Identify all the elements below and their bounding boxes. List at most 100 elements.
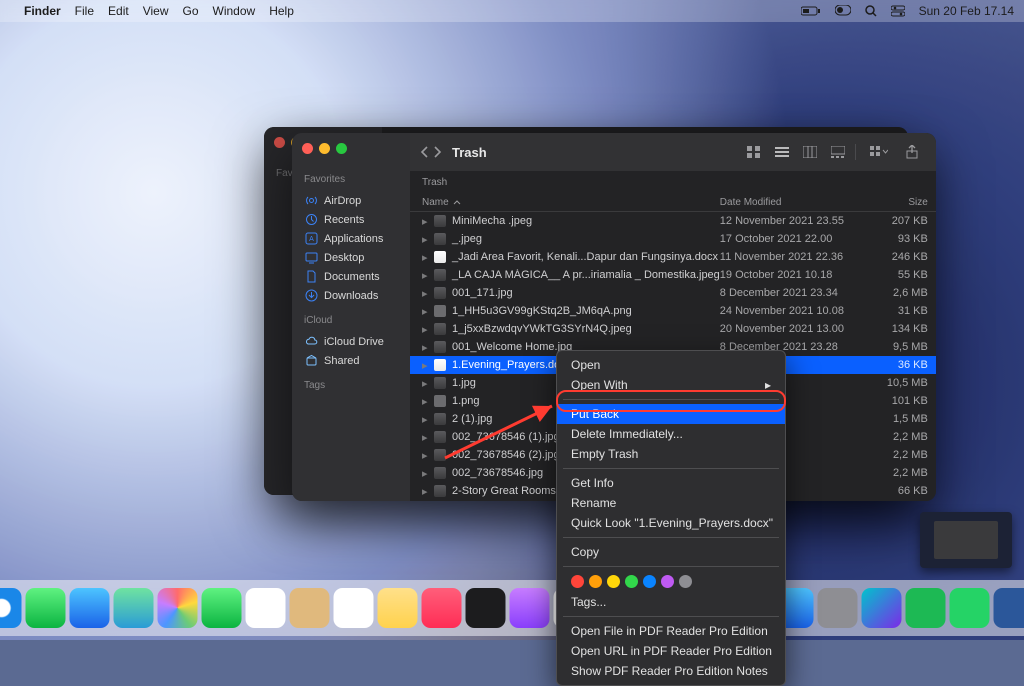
sidebar-heading-icloud: iCloud bbox=[304, 315, 402, 326]
sidebar-item-applications[interactable]: A Applications bbox=[300, 229, 402, 248]
tag-icon[interactable] bbox=[932, 144, 936, 161]
dock-app-safari[interactable] bbox=[0, 588, 22, 628]
control-center-icon[interactable] bbox=[891, 5, 905, 17]
dock-app-whatsapp[interactable] bbox=[950, 588, 990, 628]
table-row[interactable]: ▸_Jadi Area Favorit, Kenali...Dapur dan … bbox=[410, 248, 936, 266]
col-name[interactable]: Name bbox=[422, 197, 720, 208]
tag-color[interactable] bbox=[589, 575, 602, 588]
sidebar-heading-favorites: Favorites bbox=[304, 174, 402, 185]
table-row[interactable]: ▸001_171.jpg 8 December 2021 23.34 2,6 M… bbox=[410, 284, 936, 302]
nav-back[interactable] bbox=[420, 146, 429, 158]
view-gallery[interactable] bbox=[827, 144, 849, 160]
tag-color[interactable] bbox=[625, 575, 638, 588]
nav-forward[interactable] bbox=[433, 146, 442, 158]
sidebar-item-shared[interactable]: Shared bbox=[300, 351, 402, 370]
dock-app-reminders[interactable] bbox=[334, 588, 374, 628]
dock-app-canva[interactable] bbox=[862, 588, 902, 628]
menu-edit[interactable]: Edit bbox=[108, 4, 129, 18]
dock-app-calendar[interactable] bbox=[246, 588, 286, 628]
spotlight-icon[interactable] bbox=[865, 5, 877, 17]
table-row[interactable]: ▸_.jpeg 17 October 2021 22.00 93 KB JPEG… bbox=[410, 230, 936, 248]
battery-icon[interactable] bbox=[801, 5, 821, 17]
minimize-button[interactable] bbox=[319, 143, 330, 154]
menu-window[interactable]: Window bbox=[213, 4, 256, 18]
sidebar-item-documents[interactable]: Documents bbox=[300, 267, 402, 286]
file-kind: PNG image bbox=[928, 395, 936, 407]
col-kind[interactable]: Kind bbox=[928, 197, 936, 208]
menu-separator bbox=[563, 399, 779, 400]
menu-item-rename[interactable]: Rename bbox=[557, 493, 785, 513]
dock-app-contacts[interactable] bbox=[290, 588, 330, 628]
dock-app-facetime[interactable] bbox=[202, 588, 242, 628]
menu-item-quick-look-1-evening-prayers-docx[interactable]: Quick Look "1.Evening_Prayers.docx" bbox=[557, 513, 785, 533]
group-menu[interactable] bbox=[866, 144, 892, 160]
picture-in-picture[interactable] bbox=[920, 512, 1012, 568]
table-row[interactable]: ▸1_HH5u3GV99gKStq2B_JM6qA.png 24 Novembe… bbox=[410, 302, 936, 320]
menu-item-open-file-in-pdf-reader-pro-edition[interactable]: Open File in PDF Reader Pro Edition bbox=[557, 621, 785, 641]
menu-view[interactable]: View bbox=[143, 4, 169, 18]
dock-app-tv[interactable] bbox=[466, 588, 506, 628]
share-icon[interactable] bbox=[902, 143, 922, 161]
menu-item-label: Empty Trash bbox=[571, 447, 638, 461]
table-row[interactable]: ▸MiniMecha .jpeg 12 November 2021 23.55 … bbox=[410, 212, 936, 230]
context-menu[interactable]: Open Open With ▸ Put Back Delete Immedia… bbox=[556, 350, 786, 686]
file-name: 1.png bbox=[452, 395, 480, 407]
dock-app-word[interactable] bbox=[994, 588, 1024, 628]
menu-item-open[interactable]: Open bbox=[557, 355, 785, 375]
file-icon bbox=[434, 413, 446, 425]
menu-item-open-url-in-pdf-reader-pro-edition[interactable]: Open URL in PDF Reader Pro Edition bbox=[557, 641, 785, 661]
sidebar-item-downloads[interactable]: Downloads bbox=[300, 286, 402, 305]
file-size: 55 KB bbox=[870, 269, 928, 281]
view-list[interactable] bbox=[771, 144, 793, 160]
dock-app-spotify[interactable] bbox=[906, 588, 946, 628]
tag-color[interactable] bbox=[571, 575, 584, 588]
menu-item-show-pdf-reader-pro-edition-notes[interactable]: Show PDF Reader Pro Edition Notes bbox=[557, 661, 785, 681]
menu-go[interactable]: Go bbox=[183, 4, 199, 18]
maximize-button[interactable] bbox=[336, 143, 347, 154]
menu-item-tags[interactable]: Tags... bbox=[557, 592, 785, 612]
sidebar-item-airdrop[interactable]: AirDrop bbox=[300, 191, 402, 210]
dock-app-mail[interactable] bbox=[70, 588, 110, 628]
file-icon bbox=[434, 377, 446, 389]
file-size: 134 KB bbox=[870, 323, 928, 335]
tag-color[interactable] bbox=[607, 575, 620, 588]
view-icons[interactable] bbox=[743, 144, 765, 160]
file-icon bbox=[434, 251, 446, 263]
toggle-icon[interactable] bbox=[835, 5, 851, 17]
file-kind: JPEG image bbox=[928, 467, 936, 479]
menu-item-empty-trash[interactable]: Empty Trash bbox=[557, 444, 785, 464]
table-row[interactable]: ▸_LA CAJA MÁGICA__ A pr...iriamalia _ Do… bbox=[410, 266, 936, 284]
menu-item-delete-immediately[interactable]: Delete Immediately... bbox=[557, 424, 785, 444]
tag-color[interactable] bbox=[661, 575, 674, 588]
table-row[interactable]: ▸1_j5xxBzwdqvYWkTG3SYrN4Q.jpeg 20 Novemb… bbox=[410, 320, 936, 338]
dock-app-settings[interactable] bbox=[818, 588, 858, 628]
chevron-right-icon: ▸ bbox=[422, 377, 428, 390]
menu-item-get-info[interactable]: Get Info bbox=[557, 473, 785, 493]
col-size[interactable]: Size bbox=[870, 197, 928, 208]
sidebar-item-recents[interactable]: Recents bbox=[300, 210, 402, 229]
airdrop-icon bbox=[304, 194, 318, 207]
dock-app-music[interactable] bbox=[422, 588, 462, 628]
menu-item-put-back[interactable]: Put Back bbox=[557, 404, 785, 424]
file-kind: JPEG image bbox=[928, 215, 936, 227]
app-menu[interactable]: Finder bbox=[24, 4, 61, 18]
menu-file[interactable]: File bbox=[75, 4, 94, 18]
tag-color[interactable] bbox=[679, 575, 692, 588]
sidebar-item-icloud-drive[interactable]: iCloud Drive bbox=[300, 332, 402, 351]
sidebar-item-desktop[interactable]: Desktop bbox=[300, 248, 402, 267]
view-columns[interactable] bbox=[799, 144, 821, 160]
tag-color[interactable] bbox=[643, 575, 656, 588]
dock-app-podcasts[interactable] bbox=[510, 588, 550, 628]
menu-item-open-with[interactable]: Open With ▸ bbox=[557, 375, 785, 395]
col-date[interactable]: Date Modified bbox=[720, 197, 870, 208]
dock-app-photos[interactable] bbox=[158, 588, 198, 628]
close-button[interactable] bbox=[302, 143, 313, 154]
menu-item-copy[interactable]: Copy bbox=[557, 542, 785, 562]
dock[interactable] bbox=[0, 580, 1024, 636]
column-headers[interactable]: Name Date Modified Size Kind bbox=[410, 194, 936, 212]
clock[interactable]: Sun 20 Feb 17.14 bbox=[919, 4, 1014, 18]
dock-app-notes[interactable] bbox=[378, 588, 418, 628]
dock-app-maps[interactable] bbox=[114, 588, 154, 628]
menu-help[interactable]: Help bbox=[269, 4, 294, 18]
dock-app-messages[interactable] bbox=[26, 588, 66, 628]
